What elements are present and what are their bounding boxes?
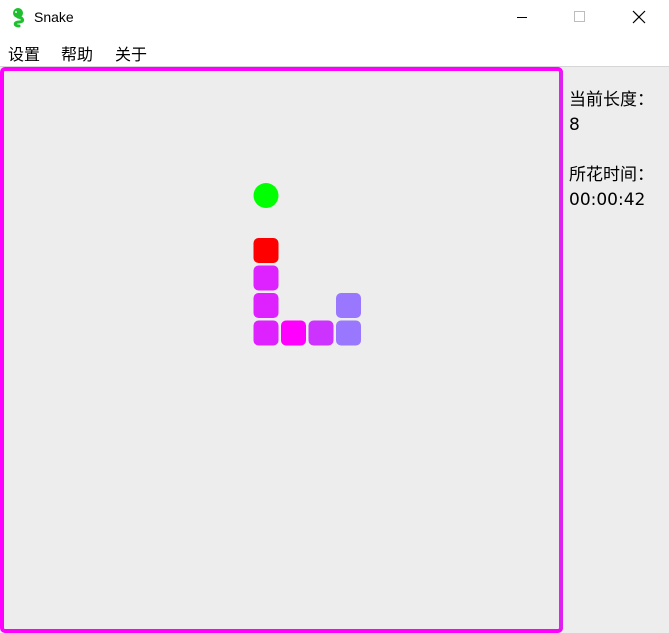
time-value: 00:00:42 (569, 190, 646, 210)
menu-help[interactable]: 帮助 (61, 41, 93, 65)
snake-segment (253, 320, 279, 346)
menu-settings[interactable]: 设置 (8, 41, 40, 65)
close-icon (632, 10, 646, 24)
snake-segment (253, 265, 279, 291)
food-pellet (253, 183, 279, 208)
snake-segment (336, 293, 361, 318)
window-title: Snake (34, 9, 74, 25)
snake-segment (336, 320, 361, 346)
game-board[interactable] (0, 67, 563, 633)
length-value: 8 (569, 115, 580, 135)
snake-app-icon (13, 8, 25, 28)
minimize-button[interactable] (495, 0, 553, 36)
maximize-icon (574, 11, 585, 22)
menu-bar: 设置 帮助 关于 (0, 36, 669, 67)
menu-about[interactable]: 关于 (115, 41, 147, 65)
length-label: 当前长度： (569, 90, 654, 110)
title-bar: Snake (0, 0, 669, 36)
minimize-icon (517, 17, 527, 18)
snake-segment (253, 293, 279, 318)
snake-segment (308, 320, 334, 346)
snake-segment (281, 320, 306, 346)
snake-head (253, 238, 279, 263)
maximize-button[interactable] (552, 0, 610, 36)
game-board-canvas (0, 67, 563, 633)
close-button[interactable] (610, 0, 668, 36)
time-label: 所花时间： (569, 165, 654, 185)
